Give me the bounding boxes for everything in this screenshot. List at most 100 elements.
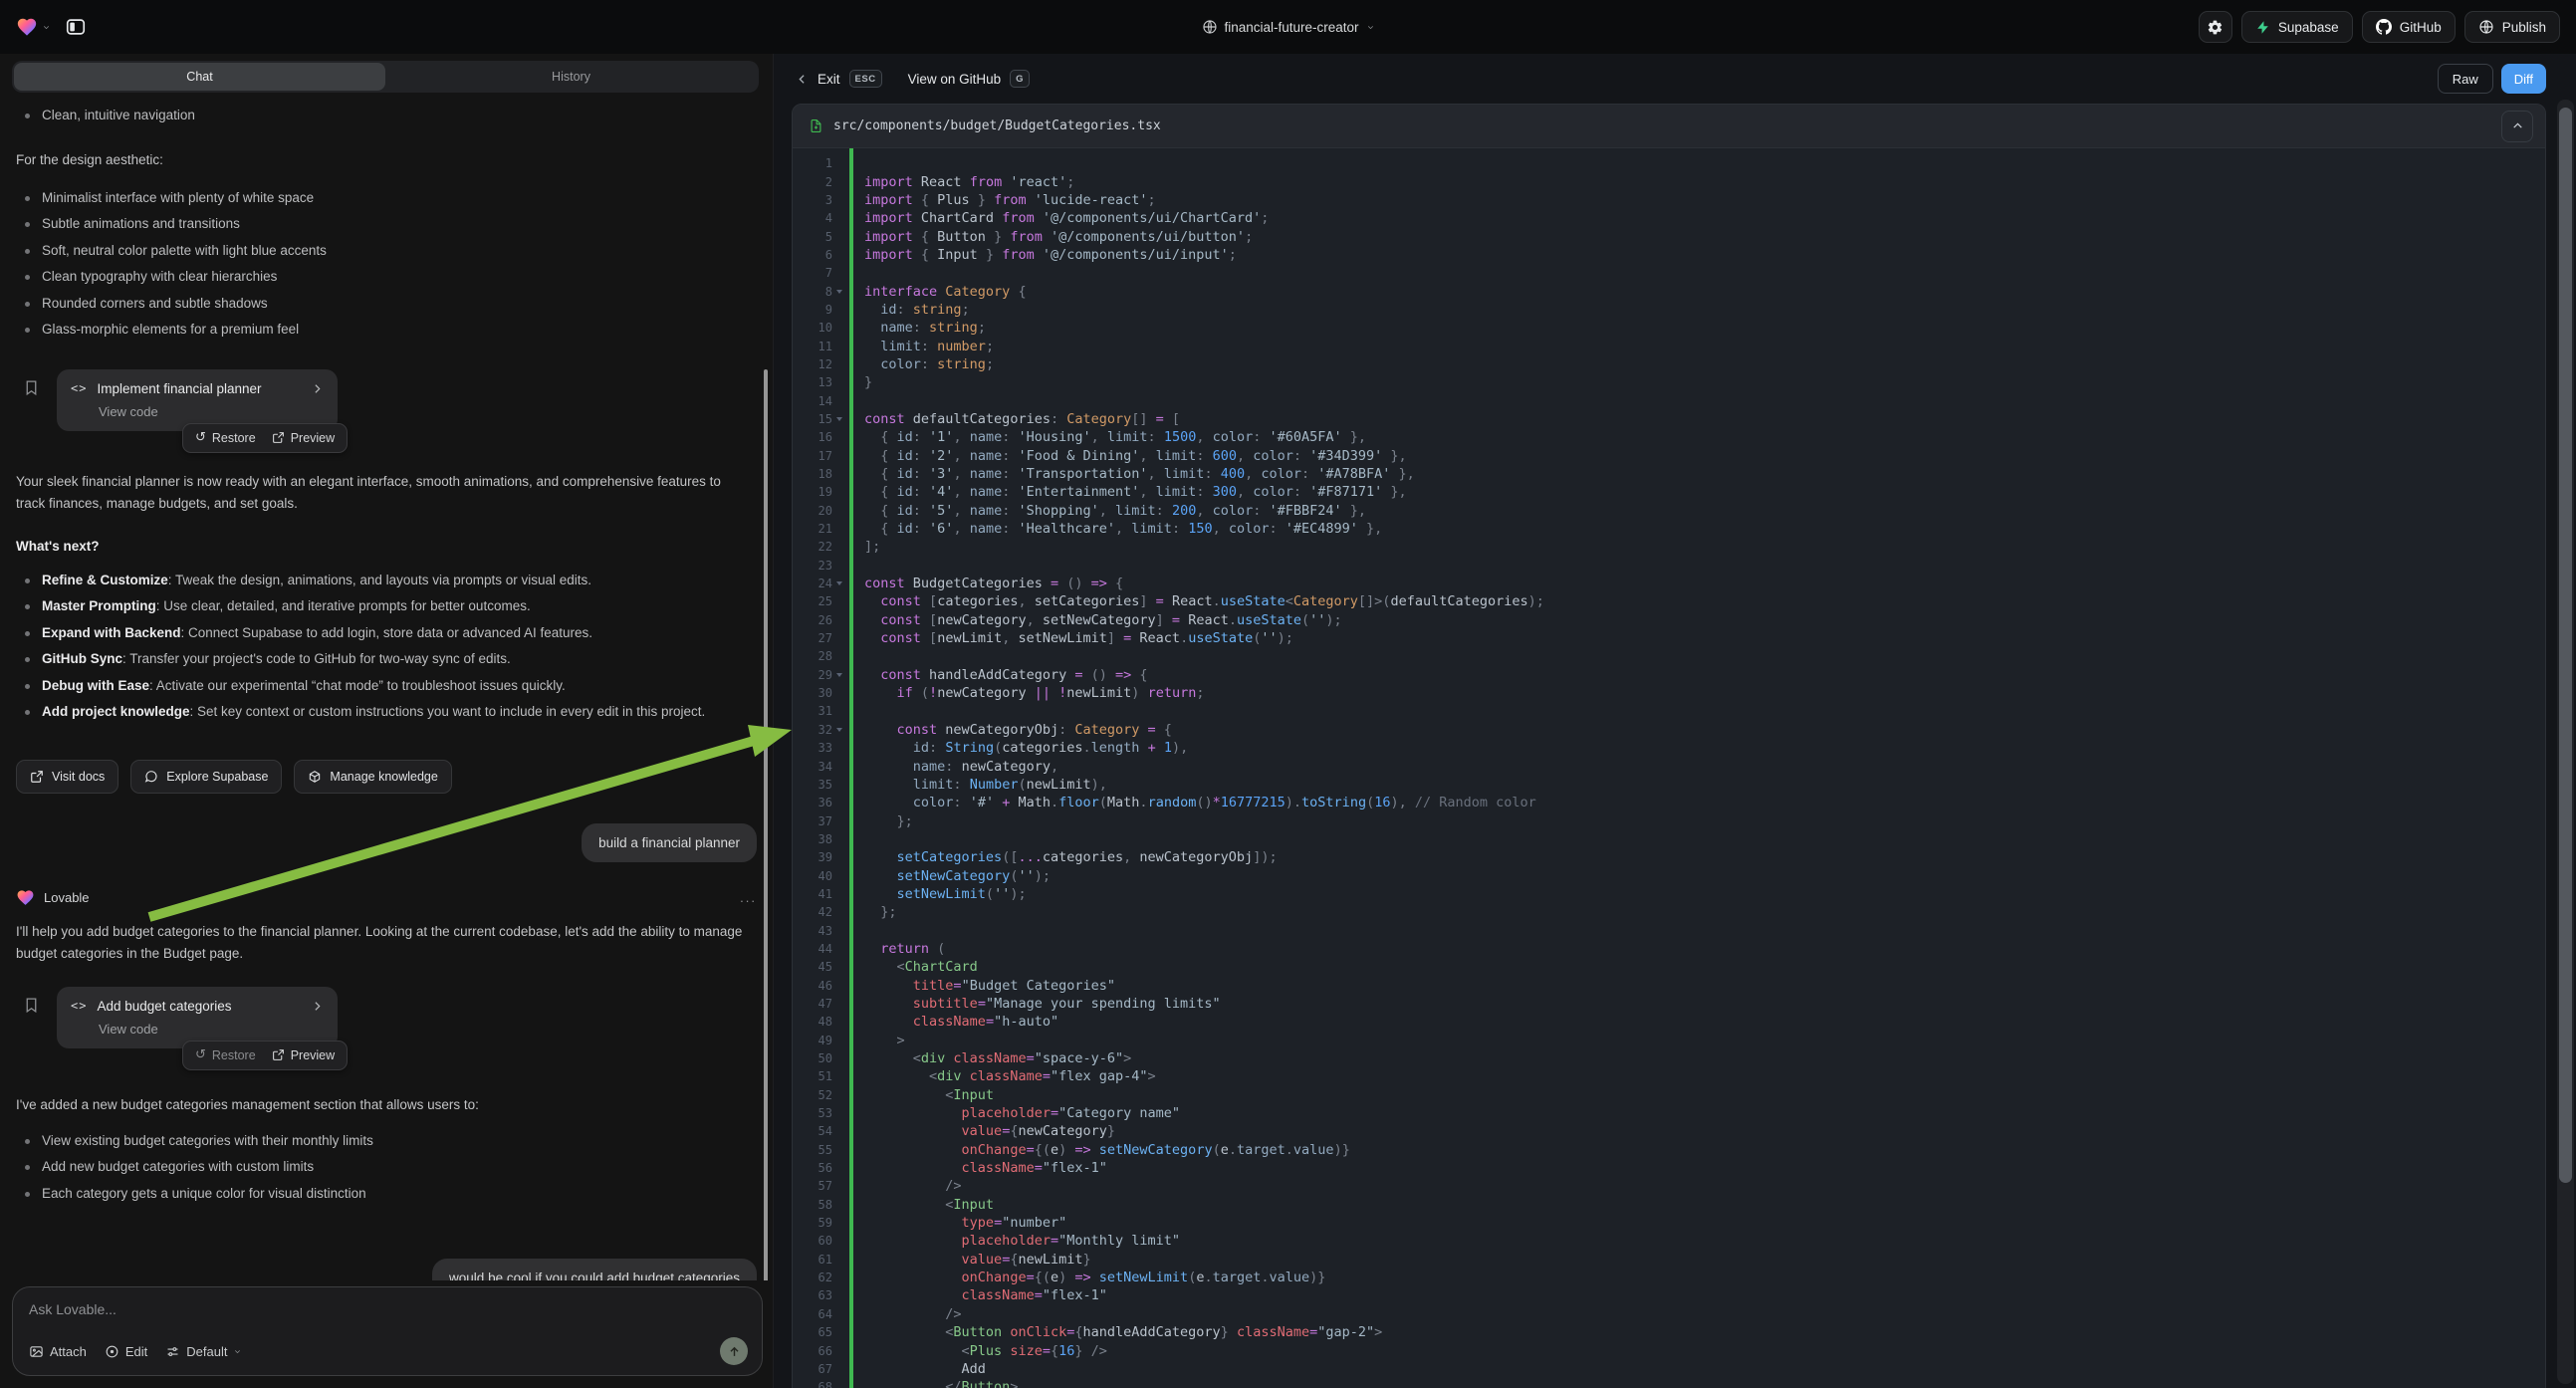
- tab-history[interactable]: History: [385, 63, 757, 91]
- chevron-left-icon: [796, 73, 809, 86]
- code-line: 7: [793, 264, 2545, 282]
- code-text: const defaultCategories: Category[] = [: [849, 411, 1180, 427]
- design-heading: For the design aesthetic:: [16, 149, 757, 171]
- code-line: 47 subtitle="Manage your spending limits…: [793, 995, 2545, 1013]
- settings-button[interactable]: [2199, 11, 2232, 43]
- chat-input[interactable]: [29, 1301, 748, 1317]
- sidebar-toggle-button[interactable]: [61, 12, 91, 42]
- chat-scrollbar[interactable]: [764, 369, 768, 1280]
- bookmark-icon[interactable]: [23, 997, 40, 1014]
- code-scrollbar[interactable]: [2559, 108, 2572, 1183]
- code-line: 67 Add: [793, 1360, 2545, 1378]
- restore-preview-pill: ↺ Restore Preview: [182, 423, 348, 453]
- chevron-right-icon: [311, 1000, 324, 1013]
- bullet-item: Subtle animations and transitions: [16, 211, 757, 238]
- view-on-github-label: View on GitHub: [908, 72, 1002, 87]
- version-card-implement-financial-planner[interactable]: <> Implement financial planner View code…: [57, 369, 338, 431]
- code-line: 27 const [newLimit, setNewLimit] = React…: [793, 629, 2545, 647]
- mode-label: Default: [186, 1344, 227, 1359]
- code-text: const [newCategory, setNewCategory] = Re…: [849, 612, 1342, 628]
- code-line: 53 placeholder="Category name": [793, 1104, 2545, 1122]
- bookmark-icon[interactable]: [23, 379, 40, 396]
- supabase-label: Supabase: [2278, 20, 2339, 35]
- restore-button[interactable]: ↺ Restore: [195, 431, 256, 445]
- preview-label: Preview: [291, 431, 335, 445]
- explore-supabase-button[interactable]: Explore Supabase: [130, 760, 282, 794]
- diff-file-card: src/components/budget/BudgetCategories.t…: [792, 104, 2546, 1388]
- view-on-github-button[interactable]: View on GitHub G: [908, 70, 1030, 88]
- restore-button[interactable]: ↺ Restore: [195, 1048, 256, 1062]
- attach-button[interactable]: Attach: [29, 1344, 87, 1359]
- code-line: 41 setNewLimit('');: [793, 885, 2545, 903]
- line-number: 64: [793, 1307, 832, 1321]
- external-link-icon: [30, 770, 44, 784]
- code-line: 6import { Input } from '@/components/ui/…: [793, 246, 2545, 264]
- line-number: 66: [793, 1344, 832, 1358]
- added-file-icon: [809, 118, 823, 133]
- code-text: className="flex-1": [849, 1160, 1107, 1176]
- file-path-bar[interactable]: src/components/budget/BudgetCategories.t…: [793, 105, 2545, 148]
- code-text: name: string;: [849, 320, 986, 336]
- publish-button[interactable]: Publish: [2464, 11, 2560, 43]
- mode-selector[interactable]: Default: [165, 1344, 242, 1359]
- line-number: 61: [793, 1253, 832, 1267]
- message-more-button[interactable]: ...: [740, 890, 757, 905]
- code-line: 56 className="flex-1": [793, 1159, 2545, 1177]
- line-number: 43: [793, 924, 832, 938]
- line-number: 53: [793, 1106, 832, 1120]
- supabase-button[interactable]: Supabase: [2241, 11, 2353, 43]
- tab-history-label: History: [552, 70, 590, 84]
- lovable-app: financial-future-creator Supabase GitHub: [0, 0, 2576, 1388]
- publish-label: Publish: [2502, 20, 2546, 35]
- assistant-paragraph: I'll help you add budget categories to t…: [16, 921, 757, 965]
- visit-docs-button[interactable]: Visit docs: [16, 760, 118, 794]
- collapse-file-button[interactable]: [2501, 111, 2533, 142]
- publish-globe-icon: [2478, 19, 2494, 35]
- view-code-link[interactable]: View code: [99, 1022, 324, 1037]
- lovable-heart-icon: [16, 888, 35, 907]
- code-text: const [newLimit, setNewLimit] = React.us…: [849, 630, 1293, 646]
- assistant-header: Lovable ...: [16, 888, 757, 907]
- code-text: const [categories, setCategories] = Reac…: [849, 593, 1544, 609]
- github-button[interactable]: GitHub: [2362, 11, 2456, 43]
- tab-chat[interactable]: Chat: [14, 63, 385, 91]
- send-button[interactable]: [720, 1337, 748, 1365]
- code-line: 37 };: [793, 811, 2545, 829]
- line-number: 58: [793, 1198, 832, 1212]
- lovable-logo-menu[interactable]: [16, 16, 51, 38]
- code-text: setCategories([...categories, newCategor…: [849, 849, 1278, 865]
- code-content[interactable]: 12import React from 'react';3import { Pl…: [793, 148, 2545, 1388]
- preview-button[interactable]: Preview: [272, 1048, 335, 1062]
- code-text: limit: number;: [849, 339, 994, 354]
- line-number: 33: [793, 741, 832, 755]
- line-number: 45: [793, 960, 832, 974]
- bullet-item: Add new budget categories with custom li…: [16, 1154, 757, 1181]
- edit-button[interactable]: Edit: [105, 1344, 147, 1359]
- assistant-paragraph: I've added a new budget categories manag…: [16, 1094, 757, 1116]
- code-line: 18 { id: '3', name: 'Transportation', li…: [793, 465, 2545, 483]
- view-code-link[interactable]: View code: [99, 404, 324, 419]
- diff-toggle-button[interactable]: Diff: [2501, 64, 2546, 94]
- bullet-item: View existing budget categories with the…: [16, 1128, 757, 1155]
- added-bullet-list: View existing budget categories with the…: [16, 1128, 757, 1208]
- code-text: placeholder="Monthly limit": [849, 1233, 1180, 1249]
- preview-button[interactable]: Preview: [272, 431, 335, 445]
- bullet-item: Expand with Backend: Connect Supabase to…: [16, 620, 757, 647]
- line-number: 40: [793, 869, 832, 883]
- manage-knowledge-button[interactable]: Manage knowledge: [294, 760, 451, 794]
- chat-message-list[interactable]: Clean, intuitive navigation For the desi…: [0, 95, 773, 1280]
- code-line: 33 id: String(categories.length + 1),: [793, 739, 2545, 757]
- code-icon: <>: [71, 999, 87, 1013]
- raw-toggle-button[interactable]: Raw: [2438, 64, 2493, 94]
- code-line: 4import ChartCard from '@/components/ui/…: [793, 209, 2545, 227]
- version-card-add-budget-categories[interactable]: <> Add budget categories View code ↺ Res…: [57, 987, 338, 1048]
- code-line: 12 color: string;: [793, 355, 2545, 373]
- code-text: if (!newCategory || !newLimit) return;: [849, 685, 1204, 701]
- project-selector[interactable]: financial-future-creator: [1201, 0, 1374, 54]
- code-line: 19 { id: '4', name: 'Entertainment', lim…: [793, 483, 2545, 501]
- user-message: build a financial planner: [582, 823, 757, 862]
- code-line: 46 title="Budget Categories": [793, 976, 2545, 994]
- exit-button[interactable]: Exit ESC: [796, 70, 882, 88]
- code-line: 20 { id: '5', name: 'Shopping', limit: 2…: [793, 502, 2545, 520]
- restore-icon: ↺: [195, 431, 206, 444]
